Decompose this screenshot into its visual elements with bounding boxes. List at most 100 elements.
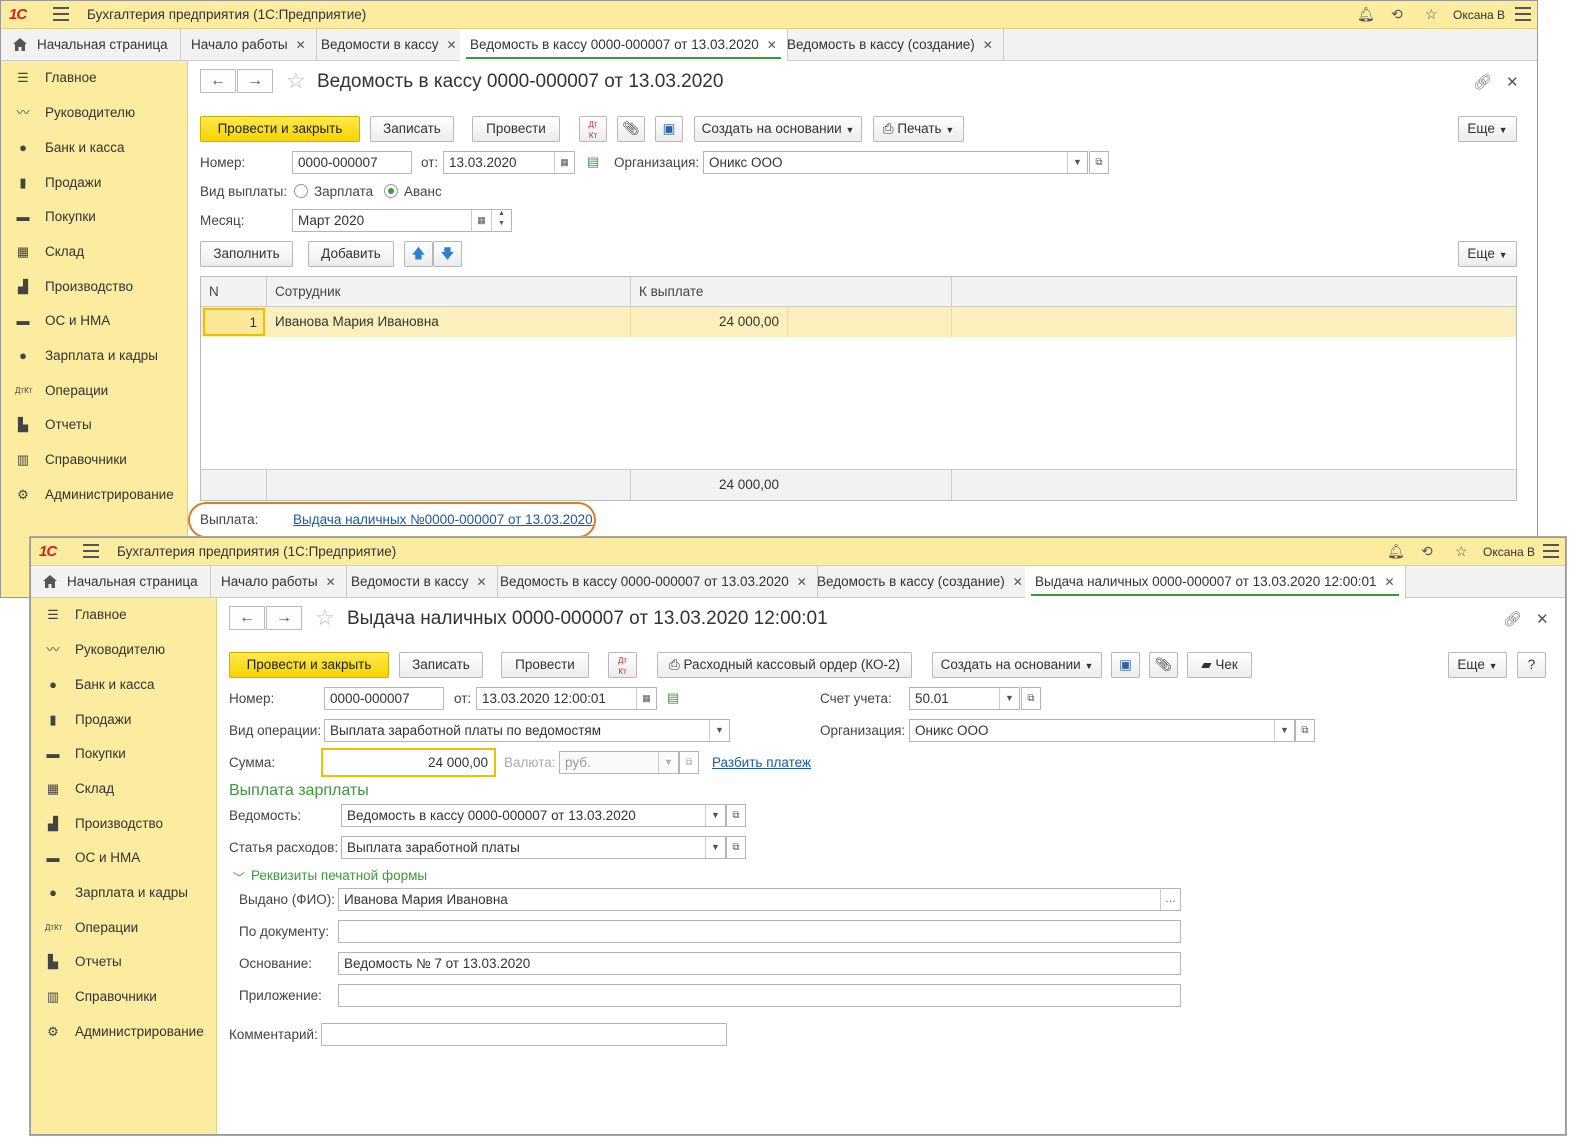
attachment-field[interactable] (338, 984, 1181, 1007)
issued-to-field[interactable]: Иванова Мария Ивановна… (338, 888, 1181, 911)
star-icon[interactable]: ☆ (1455, 543, 1468, 560)
star-icon[interactable]: ☆ (1425, 6, 1438, 23)
sidebar-item-catalogs[interactable]: ▥ Справочники (31, 984, 216, 1010)
sidebar-item-manager[interactable]: 〰 Руководителю (1, 100, 187, 126)
cell-amount[interactable]: 24 000,00 (631, 307, 788, 337)
basis-field[interactable]: Ведомость № 7 от 13.03.2020 (338, 952, 1181, 975)
close-icon[interactable]: ✕ (767, 38, 777, 52)
open-icon[interactable]: ⧉ (726, 804, 746, 827)
payment-document-link[interactable]: Выдача наличных №0000-000007 от 13.03.20… (293, 512, 593, 527)
number-field[interactable]: 0000-000007 (324, 687, 444, 710)
save-button[interactable]: Записать (370, 116, 454, 142)
close-icon[interactable]: ✕ (983, 38, 993, 52)
sidebar-item-main[interactable]: ☰ Главное (31, 602, 216, 628)
sidebar-item-catalogs[interactable]: ▥ Справочники (1, 447, 187, 473)
close-icon[interactable]: ✕ (1506, 73, 1519, 91)
history-icon[interactable]: ⟲ (1391, 6, 1403, 23)
back-button[interactable]: ← (229, 606, 265, 630)
close-icon[interactable]: ✕ (797, 575, 807, 589)
forward-button[interactable]: → (237, 69, 273, 93)
more-button[interactable]: Еще ▼ (1448, 652, 1507, 678)
sidebar-item-bank[interactable]: ● Банк и касса (1, 135, 187, 161)
doc-history-icon[interactable]: ▤ (587, 154, 599, 170)
tab-home[interactable]: Начальная страница (31, 566, 211, 598)
post-button[interactable]: Провести (501, 652, 589, 678)
calendar-icon[interactable]: ▦ (554, 152, 574, 173)
close-icon[interactable]: ✕ (1385, 575, 1395, 589)
close-icon[interactable]: ✕ (477, 575, 487, 589)
sidebar-item-reports[interactable]: ▙ Отчеты (31, 949, 216, 975)
spinner-icon[interactable]: ▲ ▼ (491, 210, 511, 231)
number-field[interactable]: 0000-000007 (292, 151, 412, 174)
print-button[interactable]: ⎙ Печать ▼ (873, 116, 964, 142)
attachment-icon[interactable]: 📎︎ (1149, 652, 1178, 678)
post-and-close-button[interactable]: Провести и закрыть (200, 116, 360, 142)
menu-icon[interactable] (53, 7, 69, 21)
close-icon[interactable]: ✕ (326, 575, 336, 589)
save-button[interactable]: Записать (399, 652, 483, 678)
cell-n[interactable]: 1 (203, 308, 265, 336)
sidebar-item-admin[interactable]: ⚙ Администрирование (31, 1019, 216, 1045)
dt-kt-icon[interactable]: Дт Кт (608, 652, 637, 678)
sidebar-item-assets[interactable]: ▬ ОС и НМА (1, 308, 187, 334)
bell-icon[interactable]: 🔔︎ (1387, 543, 1405, 560)
chevron-down-icon[interactable]: ▼ (709, 720, 729, 741)
back-button[interactable]: ← (200, 69, 236, 93)
sidebar-item-sales[interactable]: ▮ Продажи (31, 707, 216, 733)
tab-statement-new[interactable]: Ведомость в кассу (создание) ✕ (807, 566, 1034, 598)
doc-history-icon[interactable]: ▤ (667, 690, 679, 706)
tab-statement-new[interactable]: Ведомость в кассу (создание) ✕ (777, 29, 1004, 61)
link-icon[interactable]: 🔗︎ (1473, 73, 1492, 91)
fill-button[interactable]: Заполнить (200, 241, 293, 267)
calendar-icon[interactable]: ▦ (636, 688, 656, 709)
print-form-group[interactable]: Реквизиты печатной формы (251, 868, 427, 883)
table-row[interactable]: 1 Иванова Мария Ивановна 24 000,00 (201, 307, 1516, 337)
chevron-down-icon[interactable]: ﹀ (233, 869, 245, 886)
comment-field[interactable] (321, 1023, 727, 1046)
close-icon[interactable]: ✕ (296, 38, 306, 52)
add-button[interactable]: Добавить (308, 241, 394, 267)
structure-icon[interactable]: ▣ (655, 116, 683, 142)
split-payment-link[interactable]: Разбить платеж (712, 755, 811, 770)
tab-start[interactable]: Начало работы ✕ (181, 29, 317, 61)
close-icon[interactable]: ✕ (447, 38, 457, 52)
sidebar-item-salary[interactable]: ● Зарплата и кадры (1, 343, 187, 369)
receipt-button[interactable]: ▰ Чек (1187, 652, 1252, 678)
radio-advance[interactable]: Аванс (384, 184, 442, 199)
tab-statement-doc[interactable]: Ведомость в кассу 0000-000007 от 13.03.2… (460, 29, 788, 61)
sidebar-item-reports[interactable]: ▙ Отчеты (1, 412, 187, 438)
open-icon[interactable]: ⧉ (1295, 719, 1315, 742)
menu-icon[interactable] (1515, 7, 1531, 21)
sidebar-item-warehouse[interactable]: ▦ Склад (31, 776, 216, 802)
chevron-down-icon[interactable]: ▼ (1067, 152, 1087, 173)
attachment-icon[interactable]: 📎︎ (617, 116, 645, 142)
link-icon[interactable]: 🔗︎ (1503, 610, 1522, 628)
structure-icon[interactable]: ▣ (1111, 652, 1140, 678)
favorite-star-icon[interactable]: ☆ (286, 68, 306, 94)
sidebar-item-admin[interactable]: ⚙ Администрирование (1, 482, 187, 508)
move-up-icon[interactable]: 🡅 (404, 241, 433, 267)
organization-select[interactable]: Оникс ООО ▼ (703, 151, 1088, 174)
sidebar-item-warehouse[interactable]: ▦ Склад (1, 239, 187, 265)
tab-start[interactable]: Начало работы ✕ (211, 566, 347, 598)
forward-button[interactable]: → (266, 606, 302, 630)
favorite-star-icon[interactable]: ☆ (315, 605, 335, 631)
user-name[interactable]: Оксана В (1453, 8, 1505, 22)
cell-employee[interactable]: Иванова Мария Ивановна (267, 307, 631, 337)
dt-kt-icon[interactable]: Дт Кт (579, 116, 607, 142)
table-more-button[interactable]: Еще ▼ (1458, 241, 1517, 267)
ellipsis-icon[interactable]: … (1160, 889, 1180, 910)
move-down-icon[interactable]: 🡇 (433, 241, 462, 267)
date-field[interactable]: 13.03.2020 12:00:01 ▦ (476, 687, 657, 710)
close-icon[interactable]: ✕ (1536, 610, 1549, 628)
close-icon[interactable]: ✕ (1013, 575, 1023, 589)
statement-select[interactable]: Ведомость в кассу 0000-000007 от 13.03.2… (341, 804, 726, 827)
sidebar-item-bank[interactable]: ● Банк и касса (31, 672, 216, 698)
by-document-field[interactable] (338, 920, 1181, 943)
column-header-n[interactable]: N (201, 277, 267, 307)
sidebar-item-purchases[interactable]: ▬ Покупки (31, 741, 216, 767)
sum-field[interactable]: 24 000,00 (321, 748, 496, 777)
organization-select[interactable]: Оникс ООО ▼ (909, 719, 1295, 742)
open-icon[interactable]: ⧉ (1089, 151, 1109, 174)
sidebar-item-purchases[interactable]: ▬ Покупки (1, 204, 187, 230)
